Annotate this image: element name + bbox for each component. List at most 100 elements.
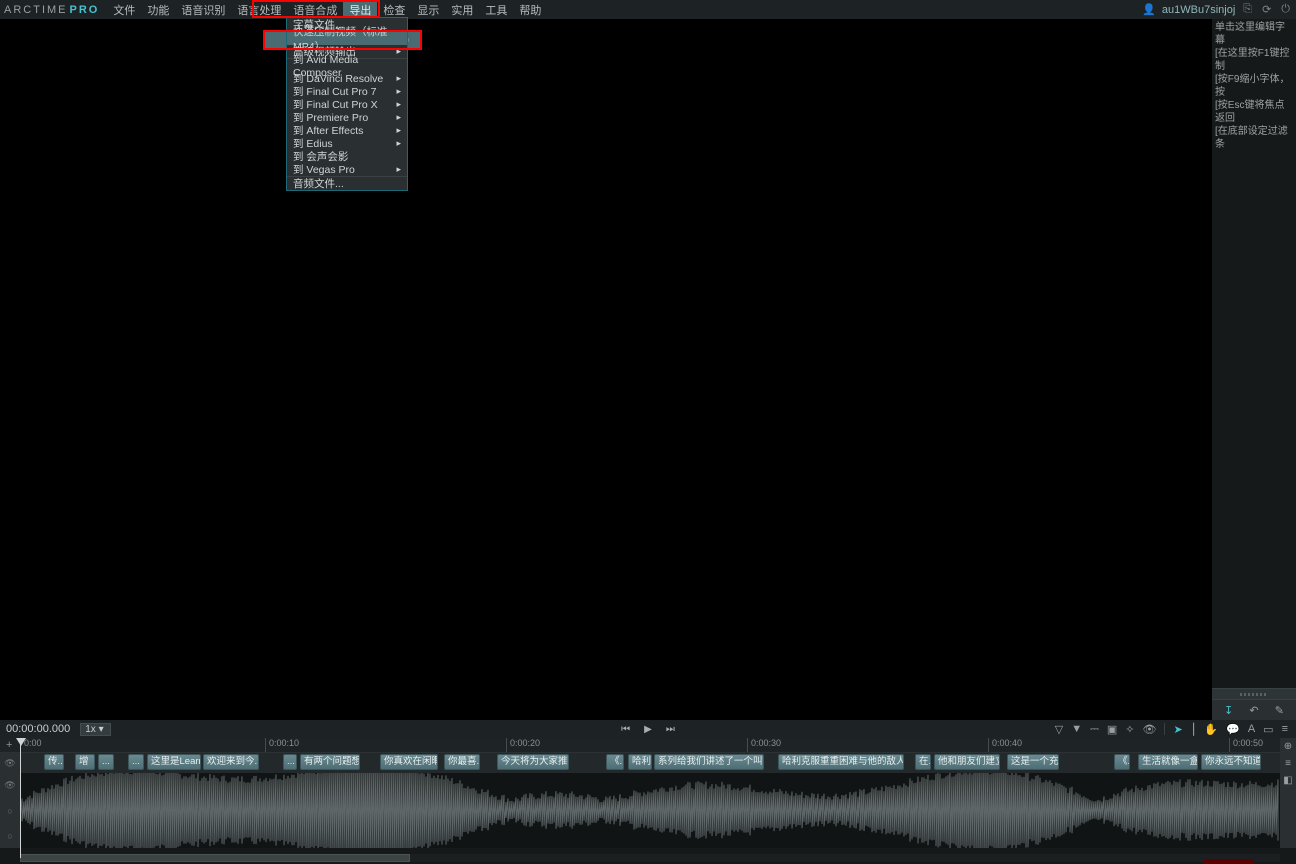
- tool-magic-icon[interactable]: ✧: [1125, 723, 1134, 736]
- tool-pointer-icon[interactable]: ➤: [1173, 723, 1182, 736]
- chevron-right-icon: ▸: [396, 86, 401, 97]
- app-logo: ARCTIME PRO: [4, 4, 99, 16]
- playhead[interactable]: [20, 738, 21, 858]
- subtitle-clip[interactable]: 欢迎来到今...: [203, 754, 259, 770]
- ruler-tick: 0:00:30: [747, 738, 781, 752]
- user-icon[interactable]: 👤: [1142, 3, 1156, 16]
- lock-icon[interactable]: ○: [7, 831, 12, 841]
- drag-handle-icon: [1240, 693, 1268, 696]
- subtitle-clip[interactable]: 今天将为大家推荐...: [497, 754, 569, 770]
- toolbar-right: ▽ ▼ ⎓ ▣ ✧ 👁 ➤ ⎮ ✋ 💬 A ▭ ≡: [1055, 723, 1290, 736]
- subtitle-clip[interactable]: ...: [98, 754, 114, 770]
- share-icon[interactable]: ⎘: [1241, 3, 1254, 16]
- next-button[interactable]: ⏭: [666, 724, 675, 735]
- tool-text-icon[interactable]: A: [1248, 723, 1255, 735]
- user-name[interactable]: au1WBu7sinjoj: [1162, 4, 1235, 16]
- menu-utility[interactable]: 实用: [445, 0, 479, 19]
- menu-audio-file[interactable]: 音频文件...: [287, 177, 407, 190]
- track-head-audio: 👁 ○ ○: [0, 773, 20, 848]
- menu-file[interactable]: 文件: [107, 0, 141, 19]
- speed-selector[interactable]: 1x ▾: [80, 723, 110, 736]
- tool-align-icon[interactable]: ≡: [1285, 758, 1291, 769]
- menu-tools[interactable]: 工具: [479, 0, 513, 19]
- tip-line: [在这里按F1键控制: [1215, 47, 1293, 73]
- play-button[interactable]: ▶: [644, 724, 652, 735]
- subtitle-clip[interactable]: 系列给我们讲述了一个叫哈...: [654, 754, 764, 770]
- chevron-right-icon: ▸: [396, 73, 401, 84]
- sidebar-tips[interactable]: 单击这里编辑字幕 [在这里按F1键控制 [按F9缩小字体，按 [按Esc键将焦点…: [1212, 19, 1296, 688]
- subtitle-clip[interactable]: 哈利...: [628, 754, 652, 770]
- eye-icon[interactable]: 👁: [4, 758, 15, 769]
- subtitle-clip[interactable]: 他和朋友们建立...: [934, 754, 1000, 770]
- timecode-display: 00:00:00.000: [6, 723, 70, 735]
- tool-edit-icon[interactable]: ✎: [1275, 704, 1284, 717]
- audio-track[interactable]: [20, 773, 1280, 848]
- topbar: ARCTIME PRO 文件 功能 语音识别 语言处理 语音合成 导出 检查 显…: [0, 0, 1296, 19]
- waveform: [20, 773, 1280, 848]
- logo-text-pro: PRO: [70, 4, 100, 16]
- tip-line: [在底部设定过滤条: [1215, 125, 1293, 151]
- ruler-tick: 0:00:10: [265, 738, 299, 752]
- add-marker-icon[interactable]: +: [6, 739, 12, 751]
- subtitle-clip[interactable]: ...: [128, 754, 144, 770]
- time-ruler[interactable]: + 0:000:00:100:00:200:00:300:00:400:00:5…: [0, 738, 1296, 753]
- subtitle-clip[interactable]: 你最喜...: [444, 754, 480, 770]
- tool-list-icon[interactable]: ≡: [1282, 723, 1288, 735]
- separator: [1164, 723, 1165, 735]
- chevron-right-icon: ▸: [396, 138, 401, 149]
- tool-color-icon[interactable]: ◧: [1283, 775, 1292, 786]
- tool-hand-icon[interactable]: ✋: [1204, 723, 1218, 736]
- scrollbar-thumb[interactable]: [20, 854, 410, 862]
- lock-icon[interactable]: ○: [7, 806, 12, 816]
- power-icon[interactable]: ⏻: [1279, 3, 1292, 16]
- sidebar-splitter[interactable]: [1212, 688, 1296, 700]
- tool-undo-icon[interactable]: ↶: [1249, 704, 1258, 717]
- subtitle-clip[interactable]: 传...: [44, 754, 64, 770]
- tool-chat-icon[interactable]: 💬: [1226, 723, 1240, 736]
- subtitle-clip[interactable]: 《...: [606, 754, 624, 770]
- track-head-subtitle: 👁: [0, 753, 20, 773]
- subtitle-clip[interactable]: 增: [75, 754, 95, 770]
- topbar-right: 👤 au1WBu7sinjoj ⎘ ⟳ ⏻: [1142, 3, 1292, 16]
- eye-icon[interactable]: 👁: [4, 780, 15, 791]
- subtitle-clip[interactable]: ...: [283, 754, 297, 770]
- tool-eye-icon[interactable]: 👁: [1143, 723, 1157, 736]
- chevron-right-icon: ▸: [396, 125, 401, 136]
- subtitle-clip[interactable]: 《...: [1114, 754, 1130, 770]
- timeline-end-marker: [1204, 859, 1254, 864]
- tool-camera-icon[interactable]: ▣: [1107, 723, 1117, 736]
- tool-link-icon[interactable]: ⎓: [1090, 723, 1099, 736]
- tool-clip-icon[interactable]: ▭: [1263, 723, 1273, 736]
- subtitle-clip[interactable]: 哈利克服重重困难与他的敌人伏...: [778, 754, 904, 770]
- timeline: + 0:000:00:100:00:200:00:300:00:400:00:5…: [0, 738, 1296, 864]
- video-preview[interactable]: [0, 19, 1212, 720]
- tool-insert-icon[interactable]: ↧: [1224, 704, 1233, 717]
- menu-language[interactable]: 语言处理: [231, 0, 287, 19]
- menu-asr[interactable]: 语音识别: [175, 0, 231, 19]
- refresh-icon[interactable]: ⟳: [1260, 3, 1273, 16]
- tip-line: [按F9缩小字体，按: [1215, 73, 1293, 99]
- menu-to-vegas[interactable]: 到 Vegas Pro▸: [287, 163, 407, 176]
- subtitle-clip[interactable]: 在...: [915, 754, 931, 770]
- subtitle-clip[interactable]: 你真欢在闲暇: [380, 754, 438, 770]
- tool-marker-icon[interactable]: ▼: [1071, 723, 1082, 735]
- subtitle-clip[interactable]: 有两个问题想...: [300, 754, 360, 770]
- timeline-scrollbar[interactable]: [20, 854, 1280, 862]
- tool-filter-icon[interactable]: ▽: [1055, 723, 1063, 736]
- right-sidebar: 单击这里编辑字幕 [在这里按F1键控制 [按F9缩小字体，按 [按Esc键将焦点…: [1212, 19, 1296, 720]
- subtitle-track[interactable]: 传...增......这里是Learni欢迎来到今......有两个问题想...…: [20, 753, 1280, 773]
- chevron-right-icon: ▸: [396, 112, 401, 123]
- subtitle-clip[interactable]: 这里是Learni: [147, 754, 201, 770]
- menu-display[interactable]: 显示: [411, 0, 445, 19]
- subtitle-clip[interactable]: 生活就像一盒...: [1138, 754, 1198, 770]
- prev-button[interactable]: ⏮: [621, 724, 630, 735]
- chevron-right-icon: ▸: [396, 99, 401, 110]
- tool-zoom-icon[interactable]: ⊕: [1284, 741, 1292, 752]
- subtitle-clip[interactable]: 这是一个充满: [1007, 754, 1059, 770]
- transport-bar: 00:00:00.000 1x ▾ ⏮ ▶ ⏭ ▽ ▼ ⎓ ▣ ✧ 👁 ➤ ⎮ …: [0, 720, 1296, 738]
- tool-split-icon[interactable]: ⎮: [1191, 723, 1197, 736]
- menu-help[interactable]: 帮助: [513, 0, 547, 19]
- subtitle-clip[interactable]: 你永远不知道...: [1201, 754, 1261, 770]
- tip-line: [按Esc键将焦点返回: [1215, 99, 1293, 125]
- menu-function[interactable]: 功能: [141, 0, 175, 19]
